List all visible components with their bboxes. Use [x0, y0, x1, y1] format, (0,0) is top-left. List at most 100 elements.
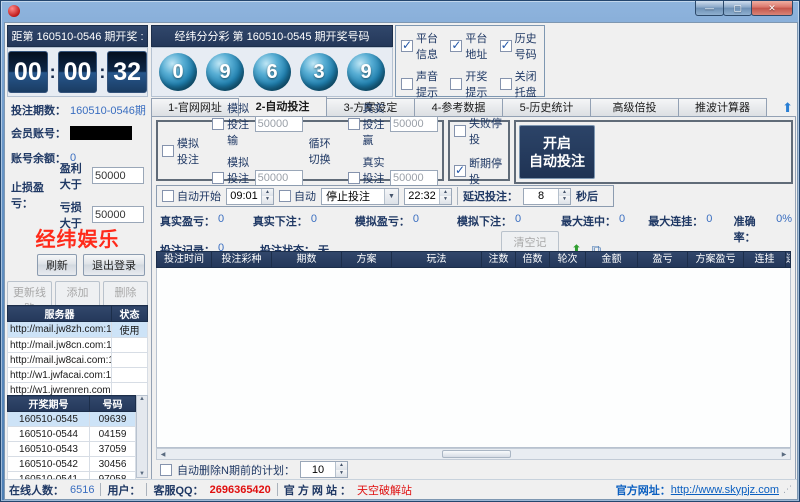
- maximize-button[interactable]: ▢: [723, 1, 752, 16]
- title-bar: — ▢ ✕: [1, 1, 799, 21]
- checkbox[interactable]: [450, 78, 462, 90]
- resize-grip[interactable]: ⋰: [783, 484, 793, 495]
- checkbox[interactable]: [348, 118, 360, 130]
- stop-time-input[interactable]: [405, 189, 439, 204]
- logout-button[interactable]: 退出登录: [83, 254, 145, 276]
- chevron-down-icon[interactable]: ▼: [384, 189, 398, 204]
- real-win-option[interactable]: 真实投注赢: [348, 100, 438, 148]
- member-row: 会员账号：: [11, 125, 132, 141]
- checkbox[interactable]: [279, 190, 291, 202]
- result-period: 160510-0544: [8, 427, 90, 442]
- close-button[interactable]: ✕: [751, 1, 793, 16]
- server-row[interactable]: http://mail.jw8cn.com:16...: [8, 338, 148, 353]
- cleanup-input[interactable]: [301, 462, 335, 477]
- checkbox[interactable]: [450, 40, 462, 52]
- countdown-timer: 00 : 00 : 32: [7, 47, 148, 97]
- checkbox[interactable]: [500, 78, 512, 90]
- col-amount: 金额: [586, 251, 638, 268]
- minimize-button[interactable]: —: [695, 1, 724, 16]
- option-draw-alert[interactable]: 开奖提示: [450, 68, 490, 100]
- checkbox[interactable]: [454, 125, 466, 137]
- checkbox[interactable]: [348, 172, 360, 184]
- refresh-button[interactable]: 刷新: [37, 254, 77, 276]
- profit-threshold-input[interactable]: [92, 167, 144, 184]
- loss-threshold-input[interactable]: [92, 206, 144, 223]
- scroll-down-icon[interactable]: ▼: [139, 471, 145, 477]
- loop-switch-label: 循环切换: [309, 135, 342, 167]
- option-platform-address[interactable]: 平台地址: [450, 30, 490, 62]
- scroll-left-icon[interactable]: ◀: [157, 451, 169, 458]
- scrollbar-thumb[interactable]: [442, 450, 512, 458]
- spin-down-icon[interactable]: ▼: [262, 196, 273, 204]
- checkbox[interactable]: [401, 78, 413, 90]
- results-scrollbar[interactable]: ▲ ▼: [136, 395, 148, 478]
- sim-lose-input[interactable]: [255, 116, 303, 132]
- spin-up-icon[interactable]: ▲: [559, 189, 570, 197]
- tab-history-stats[interactable]: 5-历史统计: [503, 98, 591, 117]
- server-row[interactable]: http://mail.jw8cai.com:16...: [8, 353, 148, 368]
- checkbox[interactable]: [162, 145, 174, 157]
- status-bar: 在线人数： 6516 用户： 客服QQ： 2696365420 官 方 网 站 …: [5, 479, 797, 499]
- checkbox[interactable]: [401, 40, 413, 52]
- sim-win-input[interactable]: [255, 170, 303, 186]
- server-row[interactable]: http://mail.jw8zh.com:16... 使用: [8, 322, 148, 338]
- result-row[interactable]: 160510-0543 37059: [8, 442, 136, 457]
- server-row[interactable]: http://w1.jwfacai.com:16...: [8, 368, 148, 383]
- stop-mode-select[interactable]: 停止投注 ▼: [321, 188, 399, 205]
- draw-ball: 0: [159, 53, 197, 91]
- col-round: 轮次: [550, 251, 586, 268]
- real-lose-input[interactable]: [390, 170, 438, 186]
- break-stop-option[interactable]: 断期停投: [454, 155, 508, 187]
- official-url-link[interactable]: http://www.skypjz.com: [671, 484, 779, 496]
- tab-wave-calculator[interactable]: 推波计算器: [679, 98, 767, 117]
- auto-option[interactable]: 自动: [279, 188, 316, 204]
- delay-stepper[interactable]: ▲▼: [523, 188, 571, 205]
- start-time-stepper[interactable]: ▲▼: [226, 188, 274, 205]
- server-status: [112, 338, 148, 353]
- result-row[interactable]: 160510-0544 04159: [8, 427, 136, 442]
- spin-down-icon[interactable]: ▼: [559, 196, 570, 204]
- countdown-minutes: 00: [58, 51, 98, 93]
- result-row[interactable]: 160510-0545 09639: [8, 412, 136, 427]
- checkbox[interactable]: [212, 118, 224, 130]
- checkbox[interactable]: [160, 464, 172, 476]
- scroll-right-icon[interactable]: ▶: [778, 451, 790, 458]
- scroll-up-icon[interactable]: ▲: [139, 396, 145, 402]
- cleanup-stepper[interactable]: ▲▼: [300, 461, 348, 478]
- start-auto-bet-button[interactable]: 开启 自动投注: [519, 125, 595, 179]
- record-table-body: [156, 268, 791, 448]
- auto-start-option[interactable]: 自动开始: [162, 188, 221, 204]
- stoploss-label: 止损盈亏：: [11, 179, 58, 211]
- spin-up-icon[interactable]: ▲: [336, 462, 347, 470]
- spin-down-icon[interactable]: ▼: [440, 196, 451, 204]
- scroll-top-icon[interactable]: ⬆: [782, 99, 793, 117]
- sim-bet-option[interactable]: 模拟投注: [162, 135, 206, 167]
- result-row[interactable]: 160510-0542 30456: [8, 457, 136, 472]
- delay-input[interactable]: [524, 189, 558, 204]
- real-win-input[interactable]: [390, 116, 438, 132]
- checkbox[interactable]: [454, 165, 466, 177]
- bet-period-value: 160510-0546期: [70, 102, 146, 118]
- option-platform-info[interactable]: 平台信息: [401, 30, 441, 62]
- option-history-numbers[interactable]: 历史号码: [500, 30, 540, 62]
- checkbox[interactable]: [162, 190, 174, 202]
- start-time-input[interactable]: [227, 189, 261, 204]
- server-url: http://w1.jwfacai.com:16...: [8, 368, 112, 383]
- checkbox[interactable]: [500, 40, 512, 52]
- option-sound-alert[interactable]: 声音提示: [401, 68, 441, 100]
- stop-time-stepper[interactable]: ▲▼: [404, 188, 452, 205]
- tab-advanced-multiplier[interactable]: 高级倍投: [591, 98, 679, 117]
- option-label: 平台信息: [416, 30, 441, 62]
- record-table-header: 投注时间 投注彩种 期数 方案 玩法 注数 倍数 轮次 金额 盈亏 方案盈亏 连…: [156, 251, 791, 268]
- record-table-hscrollbar[interactable]: ◀ ▶: [156, 448, 791, 460]
- fail-stop-option[interactable]: 失败停投: [454, 115, 508, 147]
- col-playtype: 玩法: [392, 251, 482, 268]
- countdown-hours: 00: [8, 51, 48, 93]
- spin-up-icon[interactable]: ▲: [262, 189, 273, 197]
- checkbox[interactable]: [212, 172, 224, 184]
- start-button-line1: 开启: [520, 134, 594, 152]
- spin-up-icon[interactable]: ▲: [440, 189, 451, 197]
- option-close-tray[interactable]: 关闭托盘: [500, 68, 540, 100]
- sim-lose-option[interactable]: 模拟投注输: [212, 100, 302, 148]
- spin-down-icon[interactable]: ▼: [336, 470, 347, 478]
